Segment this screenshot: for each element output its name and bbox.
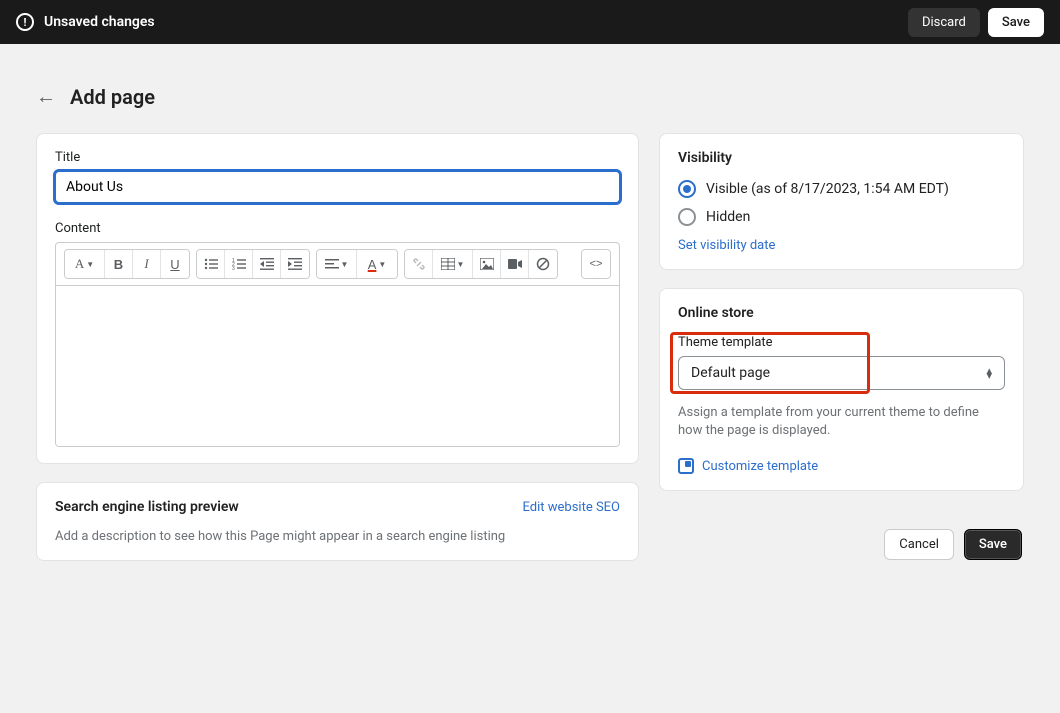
unsaved-changes-label: Unsaved changes xyxy=(44,14,155,30)
title-field-label: Title xyxy=(55,150,620,165)
template-help-text: Assign a template from your current them… xyxy=(678,404,1005,440)
warning-icon: ! xyxy=(16,13,34,31)
set-visibility-date-link[interactable]: Set visibility date xyxy=(678,238,1005,253)
selected-template-value: Default page xyxy=(691,365,770,381)
back-arrow-icon[interactable]: ← xyxy=(36,84,56,109)
font-family-button[interactable]: A▼ xyxy=(65,250,105,278)
page-editor-card: Title Content A▼ B I U xyxy=(36,133,639,464)
visibility-visible-radio[interactable]: Visible (as of 8/17/2023, 1:54 AM EDT) xyxy=(678,180,1005,198)
outdent-button[interactable] xyxy=(253,250,281,278)
visibility-card: Visibility Visible (as of 8/17/2023, 1:5… xyxy=(659,133,1024,270)
align-button[interactable]: ▼ xyxy=(317,250,357,278)
save-button-top[interactable]: Save xyxy=(988,8,1044,37)
page-title: Add page xyxy=(70,85,155,109)
content-field-label: Content xyxy=(55,221,620,236)
unsaved-changes-bar: ! Unsaved changes Discard Save xyxy=(0,0,1060,44)
indent-button[interactable] xyxy=(281,250,309,278)
svg-text:3: 3 xyxy=(232,266,235,270)
online-store-card: Online store Theme template Default page… xyxy=(659,288,1024,491)
seo-description: Add a description to see how this Page m… xyxy=(55,529,620,544)
customize-template-link[interactable]: Customize template xyxy=(678,458,1005,474)
rich-text-editor: A▼ B I U 123 xyxy=(55,242,620,447)
table-button[interactable]: ▼ xyxy=(433,250,473,278)
theme-template-select[interactable]: Default page ▴▾ xyxy=(678,356,1005,390)
edit-website-seo-link[interactable]: Edit website SEO xyxy=(523,500,621,515)
visibility-hidden-radio[interactable]: Hidden xyxy=(678,208,1005,226)
radio-unselected-icon xyxy=(678,208,696,226)
underline-button[interactable]: U xyxy=(161,250,189,278)
video-button[interactable] xyxy=(501,250,529,278)
customize-icon xyxy=(678,458,694,474)
online-store-card-title: Online store xyxy=(678,305,1005,321)
italic-button[interactable]: I xyxy=(133,250,161,278)
title-input[interactable] xyxy=(55,171,620,203)
image-button[interactable] xyxy=(473,250,501,278)
visibility-card-title: Visibility xyxy=(678,150,1005,166)
radio-selected-icon xyxy=(678,180,696,198)
bold-button[interactable]: B xyxy=(105,250,133,278)
link-button[interactable] xyxy=(405,250,433,278)
editor-toolbar: A▼ B I U 123 xyxy=(56,243,619,286)
code-view-button[interactable]: <> xyxy=(582,250,610,278)
text-color-button[interactable]: A▼ xyxy=(357,250,397,278)
bullet-list-button[interactable] xyxy=(197,250,225,278)
cancel-button[interactable]: Cancel xyxy=(884,529,954,560)
seo-card-title: Search engine listing preview xyxy=(55,499,239,515)
content-textarea[interactable] xyxy=(56,286,619,446)
seo-preview-card: Search engine listing preview Edit websi… xyxy=(36,482,639,561)
discard-button[interactable]: Discard xyxy=(908,8,980,37)
save-button-bottom[interactable]: Save xyxy=(964,529,1022,560)
footer-actions: Cancel Save xyxy=(659,529,1024,560)
numbered-list-button[interactable]: 123 xyxy=(225,250,253,278)
theme-template-label: Theme template xyxy=(678,335,1005,350)
select-caret-icon: ▴▾ xyxy=(986,368,992,378)
clear-format-button[interactable] xyxy=(529,250,557,278)
